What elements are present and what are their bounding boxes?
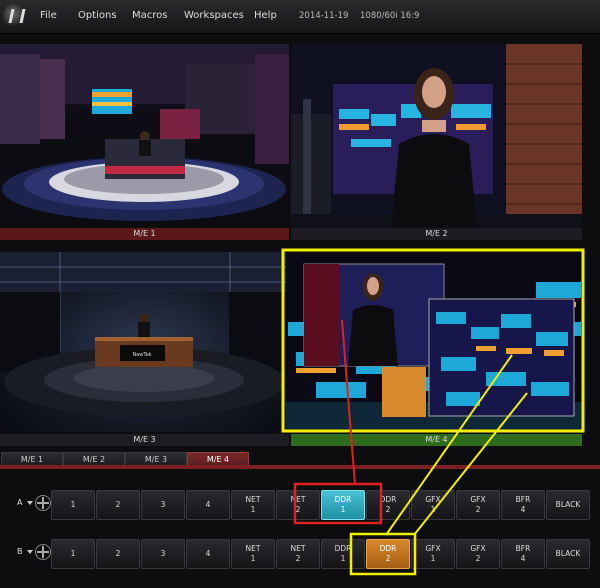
video-format-display: 1080/60i 16:9: [360, 11, 420, 21]
row-b-button-selected[interactable]: DDR 2: [366, 539, 410, 569]
row-b-position-icon[interactable]: [35, 544, 51, 560]
host-scene: [291, 44, 582, 227]
row-a-button[interactable]: GFX 2: [456, 490, 500, 520]
row-b-dropdown-icon[interactable]: [27, 550, 33, 554]
row-a-button-selected[interactable]: DDR 1: [321, 490, 365, 520]
tab-me3[interactable]: M/E 3: [125, 452, 187, 466]
newtek-logo-icon[interactable]: [3, 4, 25, 28]
row-a-button[interactable]: NET 2: [276, 490, 320, 520]
row-a-button[interactable]: 4: [186, 490, 230, 520]
row-a-button[interactable]: 3: [141, 490, 185, 520]
scene-logo-text: NewTek: [132, 352, 151, 358]
menu-options[interactable]: Options: [78, 10, 117, 21]
monitor-me1[interactable]: [0, 44, 289, 227]
row-b-button[interactable]: 3: [141, 539, 185, 569]
row-a-button[interactable]: BFR 4: [501, 490, 545, 520]
monitor-label-me1: M/E 1: [0, 228, 289, 240]
row-a-button[interactable]: NET 1: [231, 490, 275, 520]
monitor-label-me2: M/E 2: [291, 228, 582, 240]
menu-workspaces[interactable]: Workspaces: [184, 10, 244, 21]
row-a-button[interactable]: GFX 1: [411, 490, 455, 520]
row-b-button[interactable]: 2: [96, 539, 140, 569]
menu-bar: File Options Macros Workspaces Help 2014…: [0, 0, 600, 34]
row-b-button[interactable]: NET 2: [276, 539, 320, 569]
monitor-me3[interactable]: NewTek: [0, 252, 289, 432]
row-a-button-black[interactable]: BLACK: [546, 490, 590, 520]
row-b-button[interactable]: DDR 1: [321, 539, 365, 569]
row-b-button[interactable]: 4: [186, 539, 230, 569]
date-display: 2014-11-19: [299, 11, 349, 21]
row-b-button[interactable]: GFX 1: [411, 539, 455, 569]
tab-me1[interactable]: M/E 1: [1, 452, 63, 466]
monitor-me4[interactable]: [286, 252, 583, 432]
monitor-label-me3: M/E 3: [0, 434, 289, 446]
row-a-position-icon[interactable]: [35, 495, 51, 511]
tab-me2[interactable]: M/E 2: [63, 452, 125, 466]
row-b-button[interactable]: 1: [51, 539, 95, 569]
menu-file[interactable]: File: [40, 10, 57, 21]
row-a-button[interactable]: DDR 2: [366, 490, 410, 520]
row-a-button[interactable]: 2: [96, 490, 140, 520]
menu-help[interactable]: Help: [254, 10, 277, 21]
row-a-label: A: [17, 498, 23, 507]
row-b-button[interactable]: GFX 2: [456, 539, 500, 569]
tab-underline: [0, 465, 600, 469]
studio-scene-3: NewTek: [0, 252, 289, 417]
row-b-button[interactable]: NET 1: [231, 539, 275, 569]
monitor-label-me4: M/E 4: [291, 434, 582, 446]
row-b-button[interactable]: BFR 4: [501, 539, 545, 569]
row-a-dropdown-icon[interactable]: [27, 501, 33, 505]
menu-macros[interactable]: Macros: [132, 10, 167, 21]
composite-scene: [286, 252, 583, 432]
tab-me4[interactable]: M/E 4: [187, 452, 249, 466]
row-a-button[interactable]: 1: [51, 490, 95, 520]
monitor-me2[interactable]: [291, 44, 582, 227]
row-b-button-black[interactable]: BLACK: [546, 539, 590, 569]
studio-scene-1: [0, 44, 289, 221]
me-tab-bar: M/E 1 M/E 2 M/E 3 M/E 4: [0, 452, 600, 466]
row-b-label: B: [17, 547, 23, 556]
